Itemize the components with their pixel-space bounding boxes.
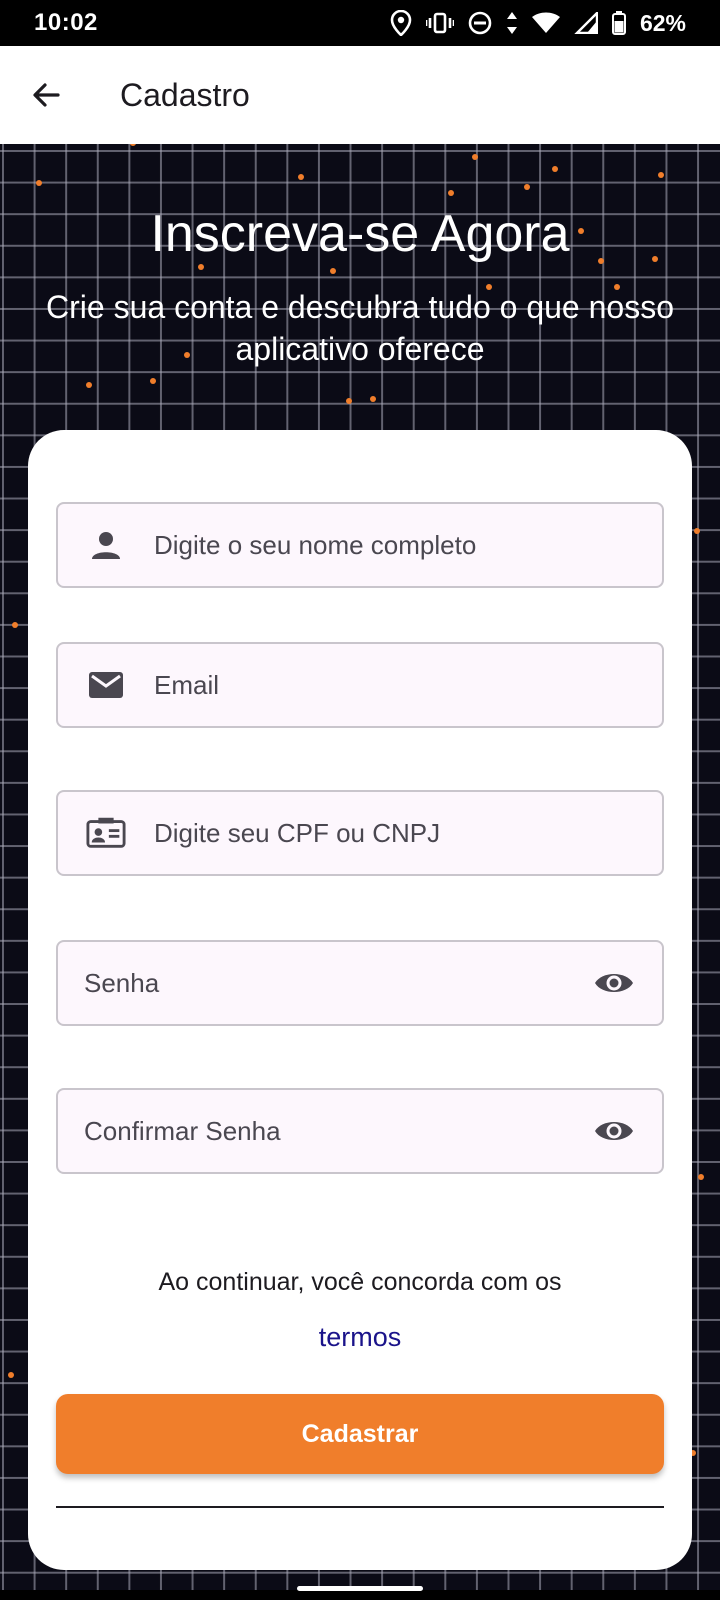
decorative-dot — [86, 382, 92, 388]
decorative-dot — [8, 1372, 14, 1378]
decorative-dot — [370, 396, 376, 402]
decorative-dot — [130, 144, 136, 146]
app-bar: Cadastro — [0, 46, 720, 144]
arrow-back-icon — [33, 83, 60, 107]
document-placeholder: Digite seu CPF ou CNPJ — [154, 817, 441, 848]
decorative-dot — [472, 154, 478, 160]
wifi-icon — [531, 12, 560, 34]
decorative-dot — [36, 180, 42, 186]
decorative-dot — [698, 1174, 704, 1180]
vibrate-icon — [425, 12, 454, 34]
decorative-dot — [298, 174, 304, 180]
password-field[interactable]: Senha — [56, 940, 664, 1026]
terms-text: Ao continuar, você concorda com os — [158, 1268, 562, 1296]
decorative-dot — [694, 528, 700, 534]
eye-icon — [595, 974, 633, 992]
signup-card: Digite o seu nome completo Email Digite … — [28, 430, 692, 1570]
decorative-dot — [12, 622, 18, 628]
page-title: Cadastro — [120, 76, 250, 113]
do-not-disturb-icon — [468, 11, 492, 35]
signup-subhead: Crie sua conta e descubra tudo o que nos… — [46, 289, 674, 367]
document-field[interactable]: Digite seu CPF ou CNPJ — [56, 790, 664, 876]
terms-link[interactable]: termos — [28, 1322, 692, 1353]
visibility-toggle-password[interactable] — [594, 963, 634, 1003]
signal-icon — [574, 12, 598, 34]
decorative-dot — [524, 184, 530, 190]
mail-icon — [86, 665, 126, 705]
gesture-navigation-bar[interactable] — [297, 1586, 423, 1591]
decorative-dot — [150, 378, 156, 384]
location-icon — [390, 10, 412, 36]
signup-headline: Inscreva-se Agora — [150, 205, 570, 263]
status-bar: 10:02 62% — [0, 0, 720, 46]
confirm-password-placeholder: Confirmar Senha — [84, 1115, 281, 1146]
back-button[interactable] — [16, 65, 76, 125]
visibility-toggle-confirm-password[interactable] — [594, 1111, 634, 1151]
decorative-dot — [330, 268, 336, 274]
decorative-dot — [552, 166, 558, 172]
status-time: 10:02 — [34, 9, 98, 36]
email-placeholder: Email — [154, 669, 220, 700]
eye-icon — [595, 1122, 633, 1140]
data-arrows-icon — [506, 12, 518, 34]
person-icon — [86, 525, 126, 565]
register-button[interactable]: Cadastrar — [56, 1394, 664, 1474]
name-field[interactable]: Digite o seu nome completo — [56, 502, 664, 588]
decorative-dot — [658, 172, 664, 178]
battery-icon — [611, 11, 626, 35]
email-field[interactable]: Email — [56, 642, 664, 728]
password-placeholder: Senha — [84, 967, 160, 998]
decorative-dot — [346, 398, 352, 404]
decorative-dot — [198, 264, 204, 270]
battery-percentage: 62% — [639, 9, 686, 36]
status-icons: 62% — [390, 10, 686, 37]
name-placeholder: Digite o seu nome completo — [154, 529, 477, 560]
divider — [56, 1506, 664, 1508]
id-card-icon — [86, 813, 126, 853]
decorative-dot — [448, 190, 454, 196]
confirm-password-field[interactable]: Confirmar Senha — [56, 1088, 664, 1174]
